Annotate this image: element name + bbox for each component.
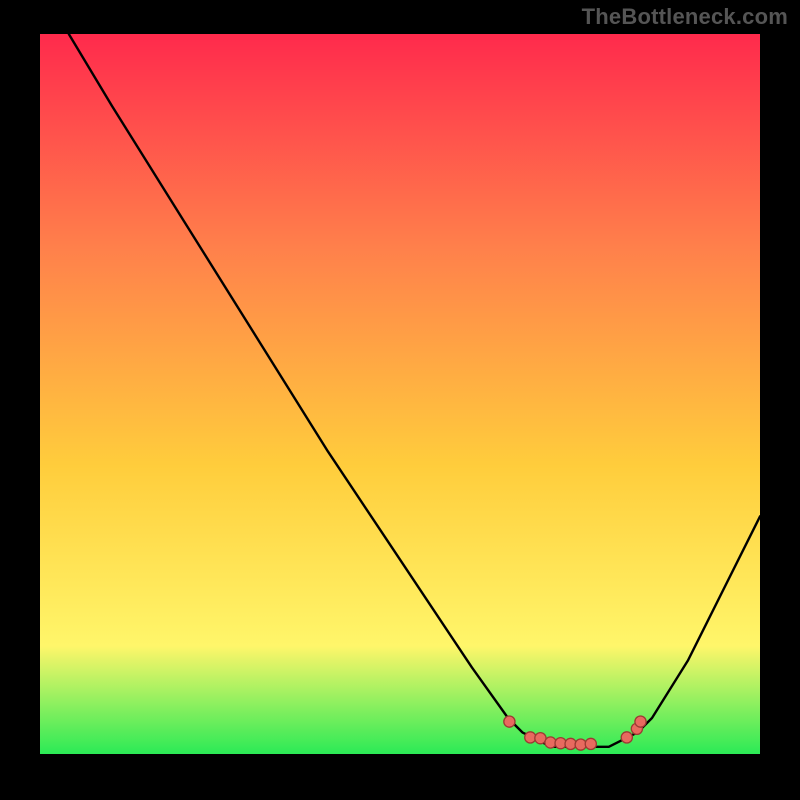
chart-svg [40,34,760,754]
watermark-text: TheBottleneck.com [582,4,788,30]
gradient-background [40,34,760,754]
marker-dot-8 [621,732,632,743]
marker-dot-0 [504,716,515,727]
marker-dot-10 [635,716,646,727]
marker-dot-7 [585,738,596,749]
plot-area [40,34,760,754]
chart-stage: TheBottleneck.com [0,0,800,800]
